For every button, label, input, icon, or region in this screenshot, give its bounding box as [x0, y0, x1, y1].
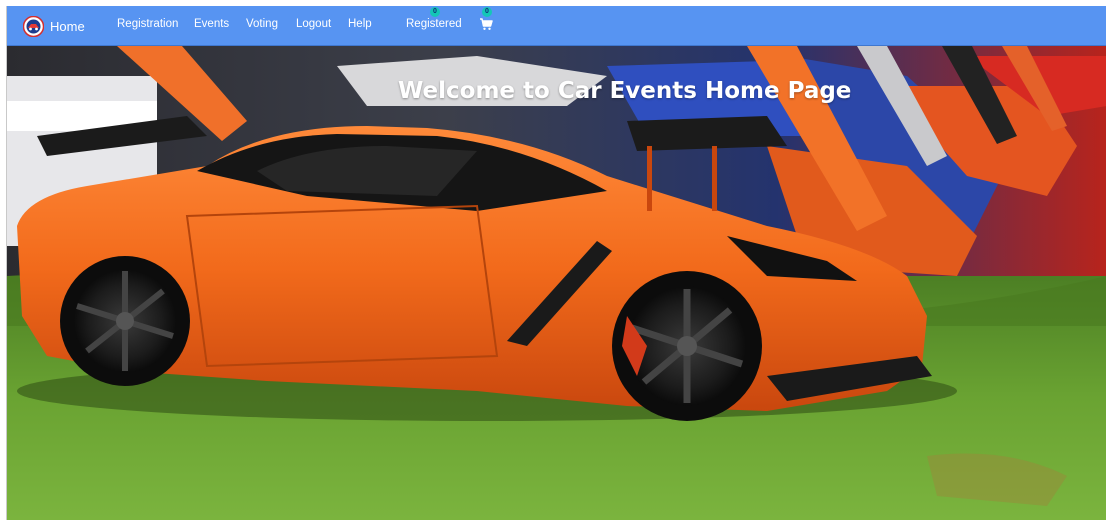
car-show-photo [7, 46, 1106, 520]
registered-count-badge: 0 [430, 7, 440, 17]
shopping-cart-icon[interactable] [479, 17, 493, 31]
nav-voting[interactable]: Voting [246, 18, 278, 30]
nav-registration[interactable]: Registration [117, 18, 178, 30]
navbar: Home Registration Events Voting Logout H… [7, 6, 1106, 46]
hero-title: Welcome to Car Events Home Page [398, 78, 852, 104]
home-link[interactable]: Home [23, 13, 85, 39]
cart-count-badge: 0 [482, 7, 492, 17]
app-window: Home Registration Events Voting Logout H… [6, 6, 1106, 520]
nav-help[interactable]: Help [348, 18, 372, 30]
car-events-logo-icon [23, 15, 44, 37]
nav-events[interactable]: Events [194, 18, 229, 30]
hero-banner: Welcome to Car Events Home Page [7, 46, 1106, 520]
home-label: Home [50, 18, 85, 34]
nav-logout[interactable]: Logout [296, 18, 331, 30]
nav-registered[interactable]: Registered [406, 18, 462, 30]
